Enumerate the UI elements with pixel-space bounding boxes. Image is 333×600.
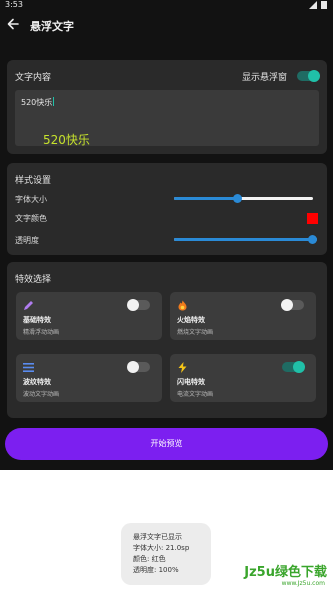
slider-thumb[interactable] (233, 194, 242, 203)
toggle-knob (281, 299, 293, 311)
effect-toggle[interactable] (127, 299, 150, 311)
toggle-knob (308, 70, 320, 82)
slider-fill (174, 238, 317, 241)
effect-flame[interactable]: 火焰特效 燃烧文字动画 (170, 292, 316, 340)
toggle-knob (127, 361, 139, 373)
font-color-label: 文字颜色 (15, 214, 47, 223)
flame-icon (178, 300, 187, 311)
effect-desc: 燃烧文字动画 (177, 329, 214, 336)
toggle-knob (293, 361, 305, 373)
effect-toggle[interactable] (282, 361, 305, 373)
input-text: 520快乐 (21, 98, 53, 107)
watermark-url: www.Jz5u.com (281, 580, 325, 587)
effects-card: 特效选择 基础特效 精滑浮动动画 火焰特效 燃烧文字动画 波纹特效 波动文字动画… (7, 262, 327, 418)
slider-fill (174, 197, 237, 200)
toast-line: 颜色: 红色 (133, 555, 166, 563)
status-time: 3:53 (5, 0, 23, 9)
app-bar: 悬浮文字 (0, 12, 333, 40)
signal-icon (309, 1, 317, 9)
opacity-label: 透明度 (15, 236, 39, 245)
effect-name: 基础特效 (23, 316, 51, 324)
text-content-title: 文字内容 (15, 73, 52, 83)
effect-desc: 电流文字动画 (177, 391, 214, 398)
font-size-slider[interactable] (174, 194, 313, 203)
effect-desc: 波动文字动画 (23, 391, 60, 398)
battery-icon (321, 1, 327, 9)
show-floating-label: 显示悬浮窗 (242, 73, 288, 83)
effect-name: 火焰特效 (177, 316, 205, 324)
effect-waves[interactable]: 波纹特效 波动文字动画 (16, 354, 162, 402)
back-arrow-icon[interactable] (5, 16, 21, 32)
toast-line: 字体大小: 21.0sp (133, 544, 190, 552)
show-floating-toggle[interactable] (297, 70, 320, 82)
opacity-slider[interactable] (174, 235, 317, 244)
toggle-knob (127, 299, 139, 311)
status-icons (309, 1, 327, 9)
status-bar: 3:53 (0, 0, 333, 10)
pencil-icon (24, 301, 33, 310)
waves-icon (23, 363, 34, 372)
lightning-icon (178, 362, 187, 373)
effects-title: 特效选择 (15, 275, 52, 285)
page-title: 悬浮文字 (30, 20, 74, 33)
effect-toggle[interactable] (281, 299, 304, 311)
effect-name: 闪电特效 (177, 378, 205, 386)
slider-thumb[interactable] (308, 235, 317, 244)
effect-desc: 精滑浮动动画 (23, 329, 60, 336)
status-toast: 悬浮文字已显示 字体大小: 21.0sp 颜色: 红色 透明度: 100% (121, 523, 211, 585)
effect-name: 波纹特效 (23, 378, 51, 386)
font-size-label: 字体大小 (15, 195, 47, 204)
toast-line: 透明度: 100% (133, 566, 179, 574)
watermark-brand: Jz5u绿色下载 (244, 565, 327, 580)
toast-line: 悬浮文字已显示 (133, 533, 182, 541)
text-caret (53, 97, 55, 106)
floating-text-preview: 520快乐 (43, 133, 90, 147)
effect-basic[interactable]: 基础特效 精滑浮动动画 (16, 292, 162, 340)
effect-lightning[interactable]: 闪电特效 电流文字动画 (170, 354, 316, 402)
style-settings-title: 样式设置 (15, 176, 52, 186)
style-settings-card: 样式设置 字体大小 文字颜色 透明度 (7, 163, 327, 255)
font-color-swatch[interactable] (307, 213, 318, 224)
start-preview-button[interactable]: 开始预览 (5, 428, 328, 460)
text-content-value: 520快乐 (21, 97, 55, 108)
effect-toggle[interactable] (127, 361, 150, 373)
